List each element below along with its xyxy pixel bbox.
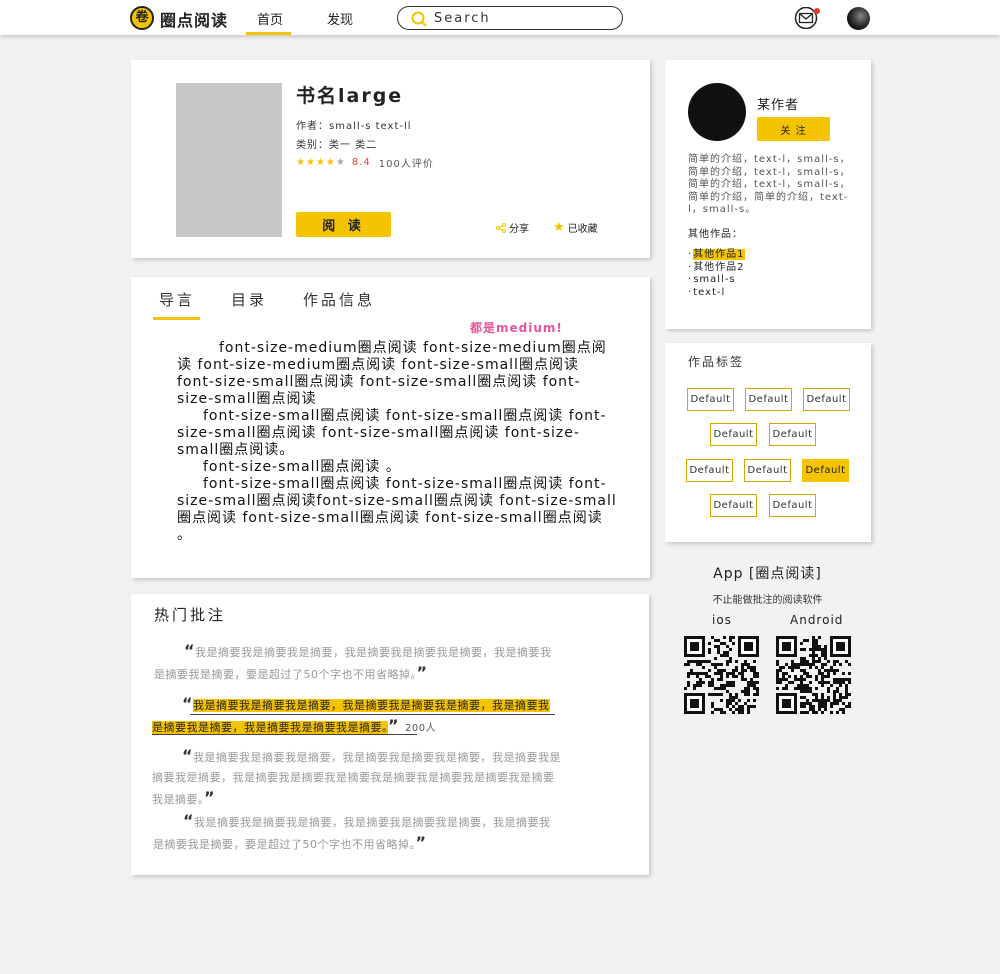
underline (190, 714, 555, 715)
book-card: 书名large 作者：small-s text-ll 类别：类一 类二 ★ ★ … (131, 60, 650, 258)
quote-close-icon: ” (204, 788, 216, 807)
star-icon: ★ (325, 157, 335, 168)
app-subtitle: 不止能做批注的阅读软件 (712, 595, 823, 606)
search-icon[interactable] (410, 10, 428, 28)
intro-paragraph: font-size-medium圈点阅读 font-size-medium圈点阅… (177, 340, 607, 407)
quote-open-icon: “ (183, 811, 195, 830)
brand-name[interactable]: 圈点阅读 (160, 7, 228, 31)
share-label: 分享 (509, 224, 529, 235)
hot-title: 热门批注 (154, 606, 227, 624)
book-category: 类别：类一 类二 (296, 140, 378, 151)
rating-score: 8.4 (351, 157, 371, 168)
intro-text: font-size-medium圈点阅读 font-size-medium圈点阅… (177, 340, 617, 544)
book-title: 书名large (296, 85, 404, 107)
quote-open-icon: “ (182, 746, 194, 765)
annotation-text: 我是摘要我是摘要我是摘要，我是摘要我是摘要我是摘要，我是摘要我是摘要我是摘要，要… (154, 646, 552, 681)
quote-close-icon: ” (415, 833, 427, 852)
nav-active-indicator (246, 32, 291, 35)
design-note: 都是medium! (470, 321, 563, 335)
share-icon (496, 222, 506, 233)
book-author: 作者：small-s text-ll (296, 121, 412, 132)
notification-dot (814, 8, 820, 14)
tag-chip[interactable]: Default (745, 388, 792, 411)
intro-paragraph: font-size-small圈点阅读 font-size-small圈点阅读 … (177, 476, 617, 543)
annotation-count: 200人 (405, 723, 437, 734)
book-cover[interactable] (176, 83, 282, 237)
tag-chip[interactable]: Default (687, 388, 734, 411)
author-avatar[interactable] (688, 83, 746, 141)
author-bio: 简单的介绍，text-l，small-s，简单的介绍，text-l，small-… (688, 154, 851, 215)
tag-chip[interactable]: Default (769, 423, 816, 446)
other-works-list: 其他作品1 其他作品2 small-s text-l (688, 249, 745, 299)
collect-button[interactable]: ★ 已收藏 (553, 220, 598, 235)
read-button[interactable]: 阅 读 (296, 212, 391, 237)
annotation-text: 我是摘要我是摘要我是摘要，我是摘要我是摘要我是摘要，我是摘要我是摘要我是摘要，要… (153, 816, 551, 851)
annotation-item[interactable]: “我是摘要我是摘要我是摘要，我是摘要我是摘要我是摘要，我是摘要我是摘要我是摘要，… (154, 641, 560, 685)
search-box[interactable] (397, 6, 623, 30)
book-rating: ★ ★ ★ ★ ★ 8.4 100人评价 (296, 155, 434, 170)
ios-qr-code-icon[interactable] (684, 636, 759, 714)
top-bar: 卷 圈点阅读 首页 发现 (0, 0, 1000, 35)
hot-annotations-card: 热门批注 “我是摘要我是摘要我是摘要，我是摘要我是摘要我是摘要，我是摘要我是摘要… (131, 594, 649, 875)
author-card: 某作者 关 注 简单的介绍，text-l，small-s，简单的介绍，text-… (665, 60, 871, 329)
tags-title: 作品标签 (688, 355, 745, 369)
search-input[interactable] (434, 9, 614, 27)
work-item[interactable]: text-l (688, 287, 745, 300)
quote-open-icon: “ (184, 641, 196, 660)
logo-icon[interactable]: 卷 (130, 6, 154, 30)
author-name[interactable]: 某作者 (757, 94, 799, 113)
work-item[interactable]: small-s (688, 274, 745, 287)
star-icon: ★ (305, 157, 315, 168)
nav-home[interactable]: 首页 (257, 9, 283, 28)
quote-close-icon: ” (416, 663, 428, 682)
follow-button[interactable]: 关 注 (757, 117, 830, 141)
star-empty-icon: ★ (335, 157, 345, 168)
nav-discover[interactable]: 发现 (327, 9, 353, 28)
ios-label: ios (712, 613, 732, 627)
quote-close-icon: ” (388, 716, 400, 735)
tag-chip-selected[interactable]: Default (802, 459, 849, 482)
intro-paragraph: font-size-small圈点阅读 。 (203, 459, 401, 475)
work-item[interactable]: 其他作品2 (688, 262, 745, 275)
android-label: Android (790, 613, 844, 627)
user-avatar[interactable] (847, 7, 870, 30)
work-item[interactable]: 其他作品1 (688, 249, 745, 262)
tab-active-indicator (153, 317, 200, 320)
star-icon: ★ (296, 157, 305, 168)
annotation-text: 我是摘要我是摘要我是摘要，我是摘要我是摘要我是摘要，我是摘要我是摘要我是摘要，我… (152, 699, 550, 734)
tab-contents[interactable]: 目录 (231, 289, 267, 310)
intro-paragraph: font-size-small圈点阅读 font-size-small圈点阅读 … (177, 408, 607, 458)
star-icon: ★ (315, 157, 325, 168)
tags-card: 作品标签 Default Default Default Default Def… (665, 343, 871, 542)
tab-work-info[interactable]: 作品信息 (303, 289, 375, 310)
collect-label: 已收藏 (567, 224, 598, 235)
tag-chip[interactable]: Default (686, 459, 733, 482)
android-qr-code-icon[interactable] (776, 636, 851, 714)
share-button[interactable]: 分享 (496, 220, 529, 235)
annotation-item[interactable]: “我是摘要我是摘要我是摘要，我是摘要我是摘要我是摘要，我是摘要我是摘要我是摘要，… (153, 811, 560, 855)
tag-chip[interactable]: Default (769, 494, 816, 517)
quote-open-icon: “ (182, 694, 194, 713)
annotation-item[interactable]: “我是摘要我是摘要我是摘要，我是摘要我是摘要我是摘要，我是摘要我是摘要我是摘要，… (152, 746, 562, 810)
other-works-title: 其他作品： (688, 229, 743, 240)
annotation-item-highlighted[interactable]: “我是摘要我是摘要我是摘要，我是摘要我是摘要我是摘要，我是摘要我是摘要我是摘要，… (152, 694, 560, 739)
star-icon: ★ (553, 220, 565, 235)
tag-chip[interactable]: Default (710, 494, 757, 517)
rating-count: 100人评价 (378, 159, 434, 170)
app-title: App [圈点阅读] (713, 566, 822, 582)
tag-chip[interactable]: Default (803, 388, 850, 411)
tab-intro[interactable]: 导言 (159, 289, 195, 310)
underline (152, 734, 417, 735)
tag-chip[interactable]: Default (744, 459, 791, 482)
intro-card: 导言 目录 作品信息 都是medium! font-size-medium圈点阅… (131, 277, 650, 578)
tag-chip[interactable]: Default (710, 423, 757, 446)
